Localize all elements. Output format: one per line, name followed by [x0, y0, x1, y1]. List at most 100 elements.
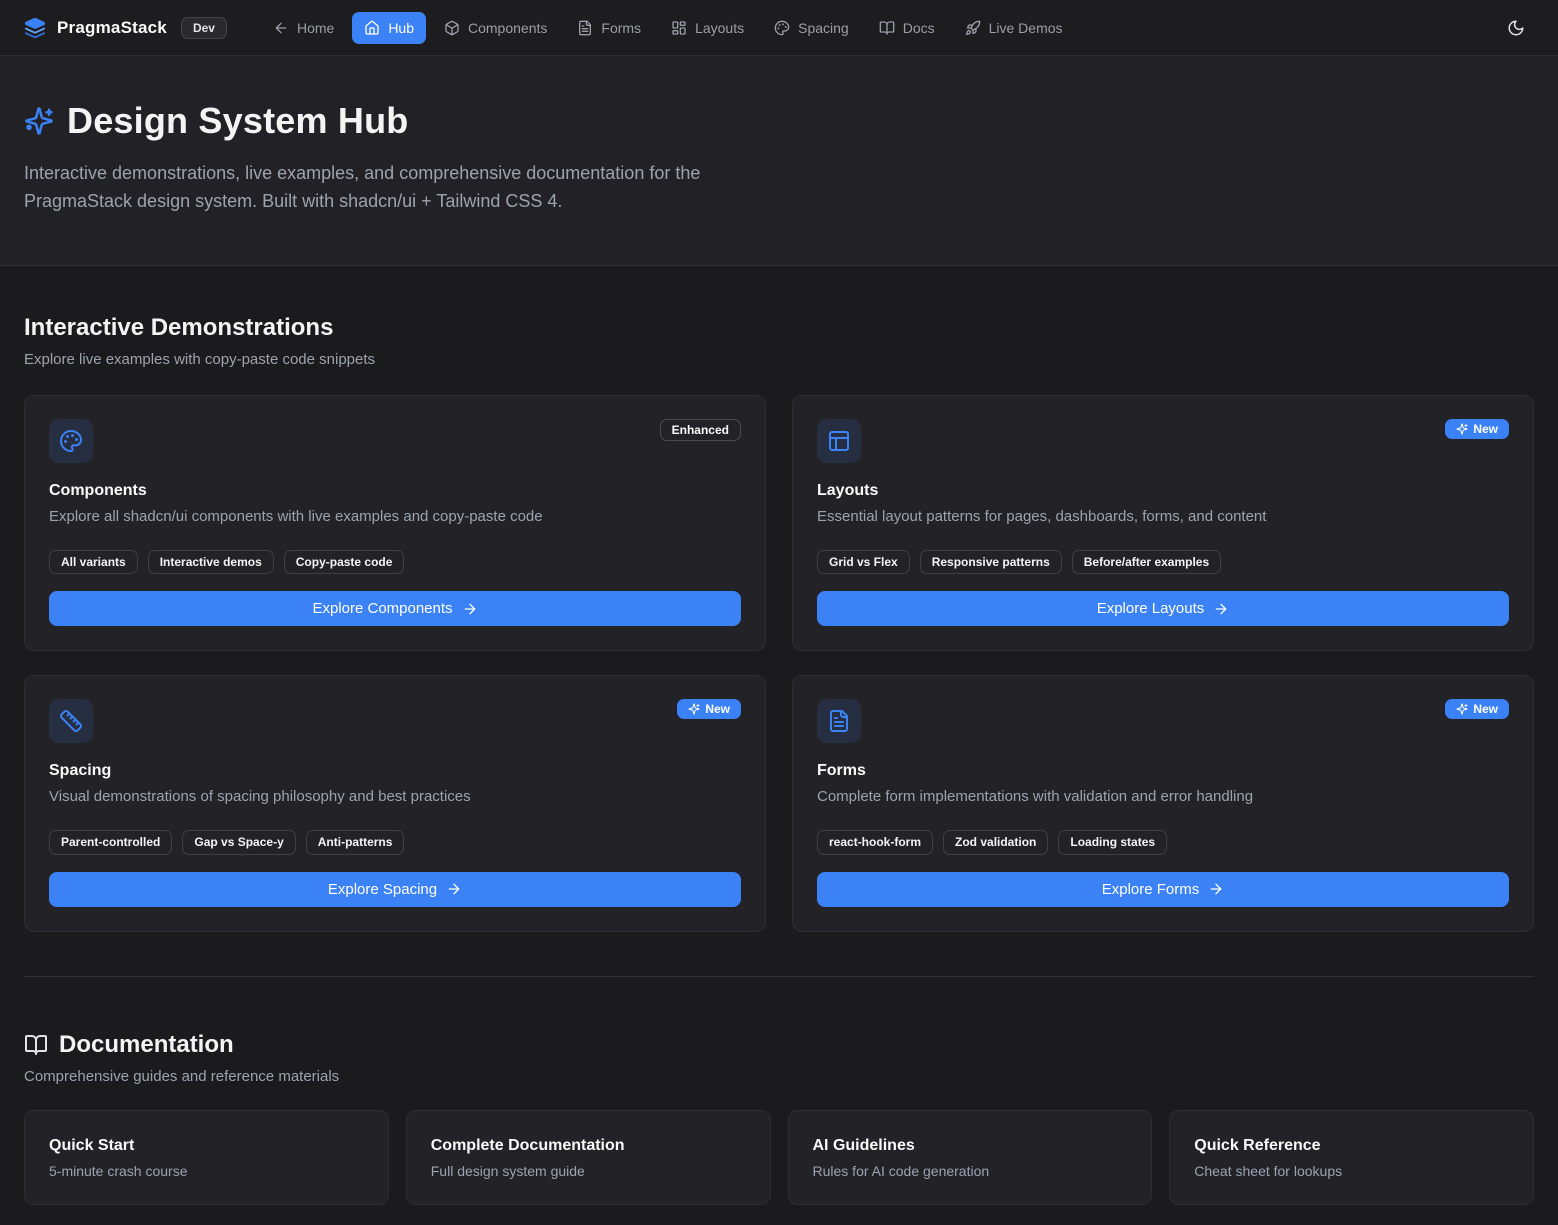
- home-icon: [364, 20, 380, 36]
- nav-items: Home Hub Components Forms Layouts: [261, 12, 1075, 44]
- tag: Responsive patterns: [920, 550, 1062, 574]
- doc-card-subtitle: Full design system guide: [431, 1163, 746, 1179]
- status-badge: Enhanced: [660, 419, 741, 441]
- card-title: Layouts: [817, 482, 1509, 500]
- docs-cards-grid: Quick Start 5-minute crash course Comple…: [24, 1110, 1534, 1205]
- page-title: Design System Hub: [67, 100, 408, 142]
- nav-item-docs[interactable]: Docs: [867, 12, 947, 44]
- nav-item-label: Hub: [388, 20, 414, 36]
- page-subtitle: Interactive demonstrations, live example…: [24, 159, 759, 215]
- explore-layouts-button[interactable]: Explore Layouts: [817, 591, 1509, 626]
- sparkles-icon: [688, 703, 700, 715]
- demo-card-layouts: New Layouts Essential layout patterns fo…: [792, 395, 1534, 651]
- env-badge: Dev: [181, 17, 227, 39]
- tag-list: Parent-controlled Gap vs Space-y Anti-pa…: [49, 830, 741, 854]
- nav-item-label: Components: [468, 20, 547, 36]
- top-nav: PragmaStack Dev Home Hub Components Form: [0, 0, 1558, 56]
- button-label: Explore Spacing: [328, 881, 437, 898]
- section-divider: [24, 976, 1534, 977]
- ruler-icon: [49, 699, 93, 743]
- doc-card-title: AI Guidelines: [813, 1137, 1128, 1155]
- explore-forms-button[interactable]: Explore Forms: [817, 872, 1509, 907]
- tag: Interactive demos: [148, 550, 274, 574]
- doc-card-title: Complete Documentation: [431, 1137, 746, 1155]
- card-description: Complete form implementations with valid…: [817, 788, 1509, 805]
- nav-item-spacing[interactable]: Spacing: [762, 12, 861, 44]
- docs-section-title: Documentation: [59, 1031, 234, 1059]
- sparkles-icon: [1456, 703, 1468, 715]
- panels-top-left-icon: [817, 419, 861, 463]
- button-label: Explore Forms: [1102, 881, 1200, 898]
- documentation-section: Documentation Comprehensive guides and r…: [24, 1031, 1534, 1205]
- card-description: Essential layout patterns for pages, das…: [817, 508, 1509, 525]
- tag: Zod validation: [943, 830, 1048, 854]
- docs-section-subtitle: Comprehensive guides and reference mater…: [24, 1068, 1534, 1085]
- palette-icon: [774, 20, 790, 36]
- arrow-left-icon: [273, 20, 289, 36]
- tag: Gap vs Space-y: [182, 830, 295, 854]
- tag-list: All variants Interactive demos Copy-past…: [49, 550, 741, 574]
- nav-item-label: Layouts: [695, 20, 744, 36]
- card-title: Components: [49, 482, 741, 500]
- doc-card-quick-start[interactable]: Quick Start 5-minute crash course: [24, 1110, 389, 1205]
- demo-card-forms: New Forms Complete form implementations …: [792, 675, 1534, 931]
- nav-item-live-demos[interactable]: Live Demos: [953, 12, 1075, 44]
- book-open-icon: [24, 1033, 48, 1057]
- button-label: Explore Layouts: [1097, 600, 1205, 617]
- tag: Before/after examples: [1072, 550, 1221, 574]
- nav-item-hub[interactable]: Hub: [352, 12, 426, 44]
- nav-item-layouts[interactable]: Layouts: [659, 12, 756, 44]
- book-open-icon: [879, 20, 895, 36]
- tag: Grid vs Flex: [817, 550, 910, 574]
- tag-list: react-hook-form Zod validation Loading s…: [817, 830, 1509, 854]
- nav-item-components[interactable]: Components: [432, 12, 559, 44]
- demos-section-subtitle: Explore live examples with copy-paste co…: [24, 351, 1534, 368]
- doc-card-subtitle: Cheat sheet for lookups: [1194, 1163, 1509, 1179]
- new-badge: New: [1445, 699, 1509, 719]
- nav-item-label: Live Demos: [989, 20, 1063, 36]
- theme-toggle-button[interactable]: [1498, 10, 1534, 46]
- nav-item-home[interactable]: Home: [261, 12, 346, 44]
- doc-card-subtitle: 5-minute crash course: [49, 1163, 364, 1179]
- nav-item-label: Forms: [601, 20, 641, 36]
- doc-card-title: Quick Start: [49, 1137, 364, 1155]
- hero-section: Design System Hub Interactive demonstrat…: [0, 56, 1558, 266]
- brand[interactable]: PragmaStack: [24, 17, 167, 39]
- file-text-icon: [817, 699, 861, 743]
- doc-card-quick-reference[interactable]: Quick Reference Cheat sheet for lookups: [1169, 1110, 1534, 1205]
- badge-label: New: [705, 703, 730, 715]
- tag: Parent-controlled: [49, 830, 172, 854]
- sparkles-icon: [1456, 423, 1468, 435]
- nav-item-label: Home: [297, 20, 334, 36]
- arrow-right-icon: [1208, 881, 1224, 897]
- button-label: Explore Components: [312, 600, 452, 617]
- arrow-right-icon: [1213, 601, 1229, 617]
- tag: Anti-patterns: [306, 830, 405, 854]
- new-badge: New: [1445, 419, 1509, 439]
- card-title: Spacing: [49, 762, 741, 780]
- main-content: Interactive Demonstrations Explore live …: [0, 266, 1558, 1225]
- palette-icon: [49, 419, 93, 463]
- layout-grid-icon: [671, 20, 687, 36]
- tag-list: Grid vs Flex Responsive patterns Before/…: [817, 550, 1509, 574]
- demos-section-title: Interactive Demonstrations: [24, 314, 1534, 342]
- explore-spacing-button[interactable]: Explore Spacing: [49, 872, 741, 907]
- arrow-right-icon: [446, 881, 462, 897]
- doc-card-ai-guidelines[interactable]: AI Guidelines Rules for AI code generati…: [788, 1110, 1153, 1205]
- doc-card-complete-documentation[interactable]: Complete Documentation Full design syste…: [406, 1110, 771, 1205]
- nav-item-label: Docs: [903, 20, 935, 36]
- doc-card-title: Quick Reference: [1194, 1137, 1509, 1155]
- new-badge: New: [677, 699, 741, 719]
- demo-cards-grid: Enhanced Components Explore all shadcn/u…: [24, 395, 1534, 932]
- explore-components-button[interactable]: Explore Components: [49, 591, 741, 626]
- tag: Copy-paste code: [284, 550, 405, 574]
- doc-card-subtitle: Rules for AI code generation: [813, 1163, 1128, 1179]
- rocket-icon: [965, 20, 981, 36]
- tag: All variants: [49, 550, 138, 574]
- nav-item-label: Spacing: [798, 20, 849, 36]
- sparkles-icon: [24, 106, 54, 136]
- card-title: Forms: [817, 762, 1509, 780]
- nav-item-forms[interactable]: Forms: [565, 12, 653, 44]
- arrow-right-icon: [462, 601, 478, 617]
- tag: react-hook-form: [817, 830, 933, 854]
